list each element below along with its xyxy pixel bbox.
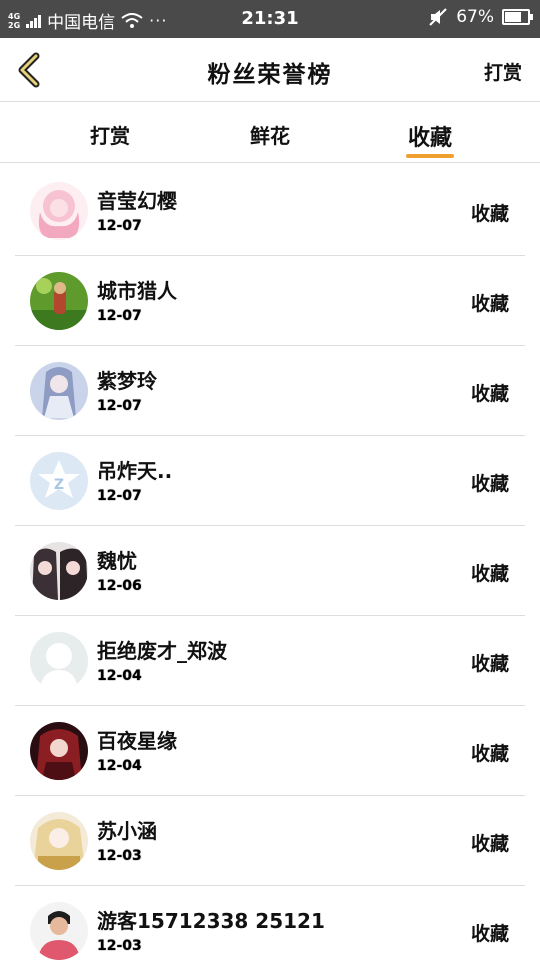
user-name: 魏忧 [97,549,137,573]
item-date: 12-07 [97,398,142,414]
item-date: 12-07 [97,218,142,234]
list-item[interactable]: 苏小涵 12-03 收藏 [15,796,525,886]
item-date: 12-03 [97,938,142,954]
list-item[interactable]: 拒绝废才_郑波 12-04 收藏 [15,616,525,706]
user-name: 紫梦玲 [97,369,157,393]
battery-fill [505,12,522,22]
list-item[interactable]: 百夜星缘 12-04 收藏 [15,706,525,796]
status-bar: 4G 2G 中国电信 ··· 21:31 67% [0,0,540,38]
page-title: 粉丝荣誉榜 [207,62,333,88]
avatar [30,362,88,420]
item-date: 12-04 [97,758,142,774]
item-date: 12-07 [97,488,142,504]
battery-percent: 67% [456,7,494,27]
fan-list: 音莹幻樱 12-07 收藏 城市猎人 12-07 收藏 紫梦玲 12-07 收藏… [15,166,525,975]
user-name: 吊炸天.. [97,459,173,483]
item-action: 收藏 [470,743,509,765]
active-tab-indicator [406,154,454,158]
avatar [30,632,88,690]
item-action: 收藏 [470,653,509,675]
item-date: 12-06 [97,578,142,594]
mute-icon [429,8,447,26]
item-date: 12-03 [97,848,142,864]
app-header: 粉丝荣誉榜 打赏 [0,38,540,102]
tab-reward[interactable]: 打赏 [60,120,160,149]
avatar [30,902,88,960]
user-name: 苏小涵 [97,819,157,843]
item-action: 收藏 [470,563,509,585]
tab-flowers[interactable]: 鲜花 [220,120,320,149]
avatar [30,542,88,600]
avatar: Z [30,452,88,510]
user-name: 城市猎人 [97,279,177,303]
list-item[interactable]: 紫梦玲 12-07 收藏 [15,346,525,436]
svg-text:Z: Z [54,477,64,493]
tab-favorites[interactable]: 收藏 [380,120,480,152]
avatar [30,272,88,330]
item-action: 收藏 [470,923,509,945]
avatar [30,812,88,870]
avatar [30,722,88,780]
battery-icon [502,9,533,25]
status-right: 67% [428,7,533,27]
item-action: 收藏 [470,203,509,225]
user-name: 游客15712338 25121 [97,909,325,933]
user-name: 音莹幻樱 [97,189,177,213]
item-action: 收藏 [470,293,509,315]
item-action: 收藏 [470,383,509,405]
item-action: 收藏 [470,833,509,855]
user-name: 拒绝废才_郑波 [97,639,227,663]
user-name: 百夜星缘 [97,729,177,753]
list-item[interactable]: Z 吊炸天.. 12-07 收藏 [15,436,525,526]
avatar [30,182,88,240]
list-item[interactable]: 城市猎人 12-07 收藏 [15,256,525,346]
reward-button[interactable]: 打赏 [484,58,522,85]
list-item[interactable]: 游客15712338 25121 12-03 收藏 [15,886,525,975]
item-date: 12-07 [97,308,142,324]
list-item[interactable]: 音莹幻樱 12-07 收藏 [15,166,525,256]
list-item[interactable]: 魏忧 12-06 收藏 [15,526,525,616]
tab-bar: 打赏 鲜花 收藏 [0,102,540,163]
item-action: 收藏 [470,473,509,495]
item-date: 12-04 [97,668,142,684]
